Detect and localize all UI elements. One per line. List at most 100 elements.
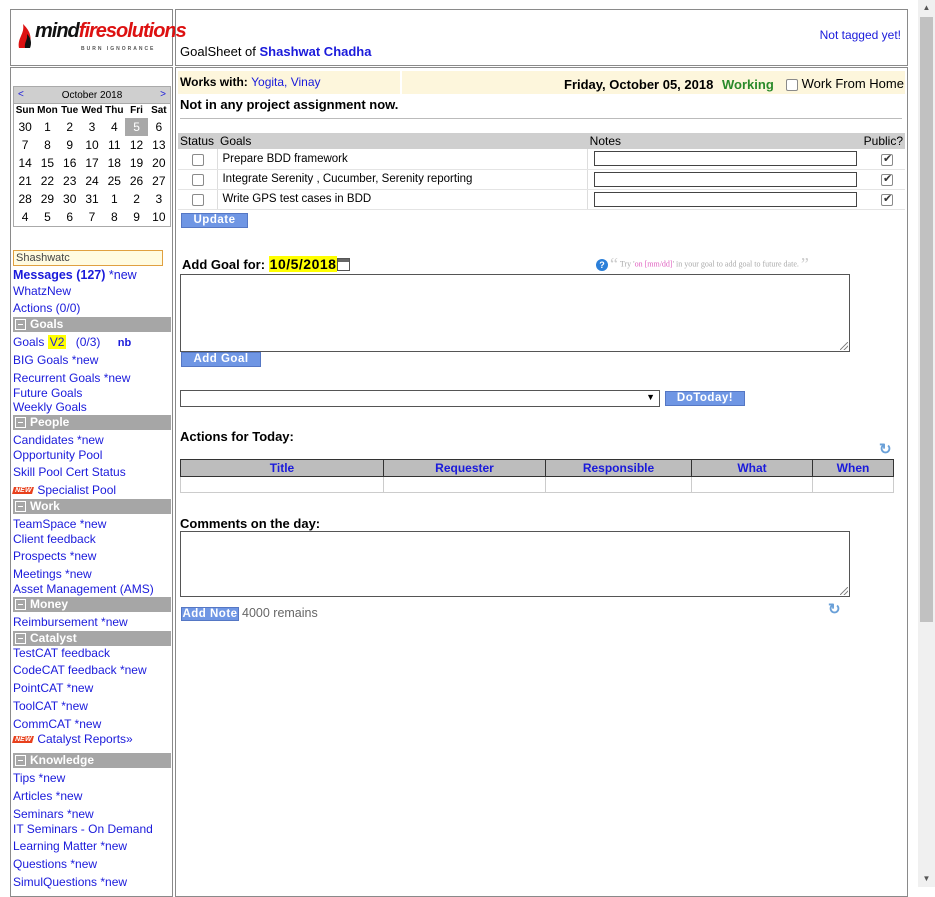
- resize-grip-icon[interactable]: [840, 342, 848, 350]
- tips-link[interactable]: Tips *new: [13, 771, 65, 785]
- section-money[interactable]: Money: [13, 597, 171, 612]
- collapse-icon[interactable]: [15, 417, 26, 428]
- calendar-day[interactable]: 9: [59, 136, 81, 154]
- asset-management-link[interactable]: Asset Management (AMS): [13, 582, 154, 596]
- commcat-link[interactable]: CommCAT *new: [13, 717, 101, 731]
- calendar-day[interactable]: 16: [59, 154, 81, 172]
- calendar-day[interactable]: 23: [59, 172, 81, 190]
- calendar-day[interactable]: 20: [148, 154, 170, 172]
- calendar-day[interactable]: 15: [36, 154, 58, 172]
- works-with-names[interactable]: Yogita, Vinay: [251, 75, 320, 89]
- recurrent-goals-link[interactable]: Recurrent Goals *new: [13, 371, 130, 385]
- user-name-link[interactable]: Shashwat Chadha: [260, 44, 372, 59]
- col-when[interactable]: When: [812, 459, 894, 477]
- calendar-day[interactable]: 13: [148, 136, 170, 154]
- goal-text[interactable]: Prepare BDD framework: [217, 149, 589, 170]
- calendar-day[interactable]: 2: [125, 190, 147, 208]
- collapse-icon[interactable]: [15, 599, 26, 610]
- teamspace-link[interactable]: TeamSpace *new: [13, 517, 106, 531]
- calendar-day[interactable]: 10: [81, 136, 103, 154]
- add-goal-textarea[interactable]: [180, 274, 850, 352]
- calendar-day[interactable]: 3: [81, 118, 103, 136]
- add-goal-date[interactable]: 10/5/2018: [268, 256, 338, 272]
- calendar-day[interactable]: 18: [103, 154, 125, 172]
- calendar-day[interactable]: 29: [36, 190, 58, 208]
- client-feedback-link[interactable]: Client feedback: [13, 532, 96, 546]
- weekly-goals-link[interactable]: Weekly Goals: [13, 400, 87, 414]
- goal-note-input[interactable]: [594, 171, 858, 187]
- goal-note-input[interactable]: [594, 191, 858, 207]
- whatznew-link[interactable]: WhatzNew: [13, 284, 71, 298]
- col-title[interactable]: Title: [180, 459, 384, 477]
- calendar-day[interactable]: 4: [14, 208, 36, 226]
- testcat-link[interactable]: TestCAT feedback: [13, 646, 110, 660]
- collapse-icon[interactable]: [15, 501, 26, 512]
- opportunity-pool-link[interactable]: Opportunity Pool: [13, 448, 102, 462]
- calendar-day[interactable]: 12: [125, 136, 147, 154]
- scroll-thumb[interactable]: [920, 17, 933, 622]
- calendar-day-today[interactable]: 5: [125, 118, 148, 136]
- calendar-day[interactable]: 3: [148, 190, 170, 208]
- calendar-icon[interactable]: [337, 258, 351, 271]
- goal-note-input[interactable]: [594, 151, 858, 167]
- calendar-day[interactable]: 11: [103, 136, 125, 154]
- refresh-icon[interactable]: ↻: [879, 442, 893, 457]
- not-tagged-link[interactable]: Not tagged yet!: [820, 28, 901, 42]
- mindfire-logo[interactable]: mindfiresolutions BURN IGNORANCE: [15, 18, 187, 58]
- update-button[interactable]: Update: [181, 213, 248, 228]
- goal-public-checkbox[interactable]: [881, 192, 893, 206]
- actions-link[interactable]: Actions (0/0): [13, 301, 80, 315]
- calendar-day[interactable]: 9: [125, 208, 147, 226]
- future-goals-link[interactable]: Future Goals: [13, 386, 82, 400]
- catalyst-reports-link[interactable]: NEW Catalyst Reports»: [12, 732, 133, 746]
- specialist-pool-link[interactable]: NEW Specialist Pool: [12, 483, 116, 497]
- calendar-day[interactable]: 22: [36, 172, 58, 190]
- collapse-icon[interactable]: [15, 633, 26, 644]
- add-note-button[interactable]: Add Note: [181, 607, 239, 621]
- calendar-day[interactable]: 25: [103, 172, 125, 190]
- goal-public-checkbox[interactable]: [881, 152, 893, 166]
- collapse-icon[interactable]: [15, 319, 26, 330]
- calendar-day[interactable]: 30: [14, 118, 36, 136]
- calendar-day[interactable]: 6: [148, 118, 170, 136]
- calendar-day[interactable]: 30: [59, 190, 81, 208]
- section-catalyst[interactable]: Catalyst: [13, 631, 171, 646]
- section-work[interactable]: Work: [13, 499, 171, 514]
- calendar-day[interactable]: 26: [125, 172, 147, 190]
- calendar-day[interactable]: 14: [14, 154, 36, 172]
- resize-grip-icon[interactable]: [840, 587, 848, 595]
- calendar-next-button[interactable]: >: [160, 89, 166, 100]
- refresh-icon[interactable]: ↻: [828, 602, 842, 617]
- calendar-day[interactable]: 1: [103, 190, 125, 208]
- col-what[interactable]: What: [691, 459, 813, 477]
- wfh-checkbox[interactable]: [786, 78, 798, 91]
- scroll-up-icon[interactable]: ▲: [918, 0, 935, 16]
- goals-link[interactable]: Goals V2 (0/3) nb: [13, 335, 131, 349]
- help-icon[interactable]: ?: [596, 258, 608, 271]
- seminars-link[interactable]: Seminars *new: [13, 807, 94, 821]
- codecat-link[interactable]: CodeCAT feedback *new: [13, 663, 147, 677]
- do-today-select[interactable]: ▼: [180, 390, 660, 407]
- calendar-day[interactable]: 10: [148, 208, 170, 226]
- col-requester[interactable]: Requester: [383, 459, 546, 477]
- section-people[interactable]: People: [13, 415, 171, 430]
- pointcat-link[interactable]: PointCAT *new: [13, 681, 93, 695]
- section-goals[interactable]: Goals: [13, 317, 171, 332]
- goal-done-checkbox[interactable]: [191, 173, 204, 186]
- calendar-day[interactable]: 1: [36, 118, 58, 136]
- calendar-day[interactable]: 27: [148, 172, 170, 190]
- calendar-day[interactable]: 7: [14, 136, 36, 154]
- reimbursement-link[interactable]: Reimbursement *new: [13, 615, 128, 629]
- goal-text[interactable]: Write GPS test cases in BDD: [217, 189, 589, 210]
- scroll-down-icon[interactable]: ▼: [918, 871, 935, 887]
- prospects-link[interactable]: Prospects *new: [13, 549, 96, 563]
- calendar-day[interactable]: 31: [81, 190, 103, 208]
- goal-done-checkbox[interactable]: [191, 153, 204, 166]
- messages-link[interactable]: Messages (127) *new: [13, 268, 137, 282]
- col-responsible[interactable]: Responsible: [545, 459, 692, 477]
- calendar-day[interactable]: 24: [81, 172, 103, 190]
- calendar-day[interactable]: 17: [81, 154, 103, 172]
- calendar-day[interactable]: 2: [59, 118, 81, 136]
- calendar-day[interactable]: 6: [59, 208, 81, 226]
- big-goals-link[interactable]: BIG Goals *new: [13, 353, 98, 367]
